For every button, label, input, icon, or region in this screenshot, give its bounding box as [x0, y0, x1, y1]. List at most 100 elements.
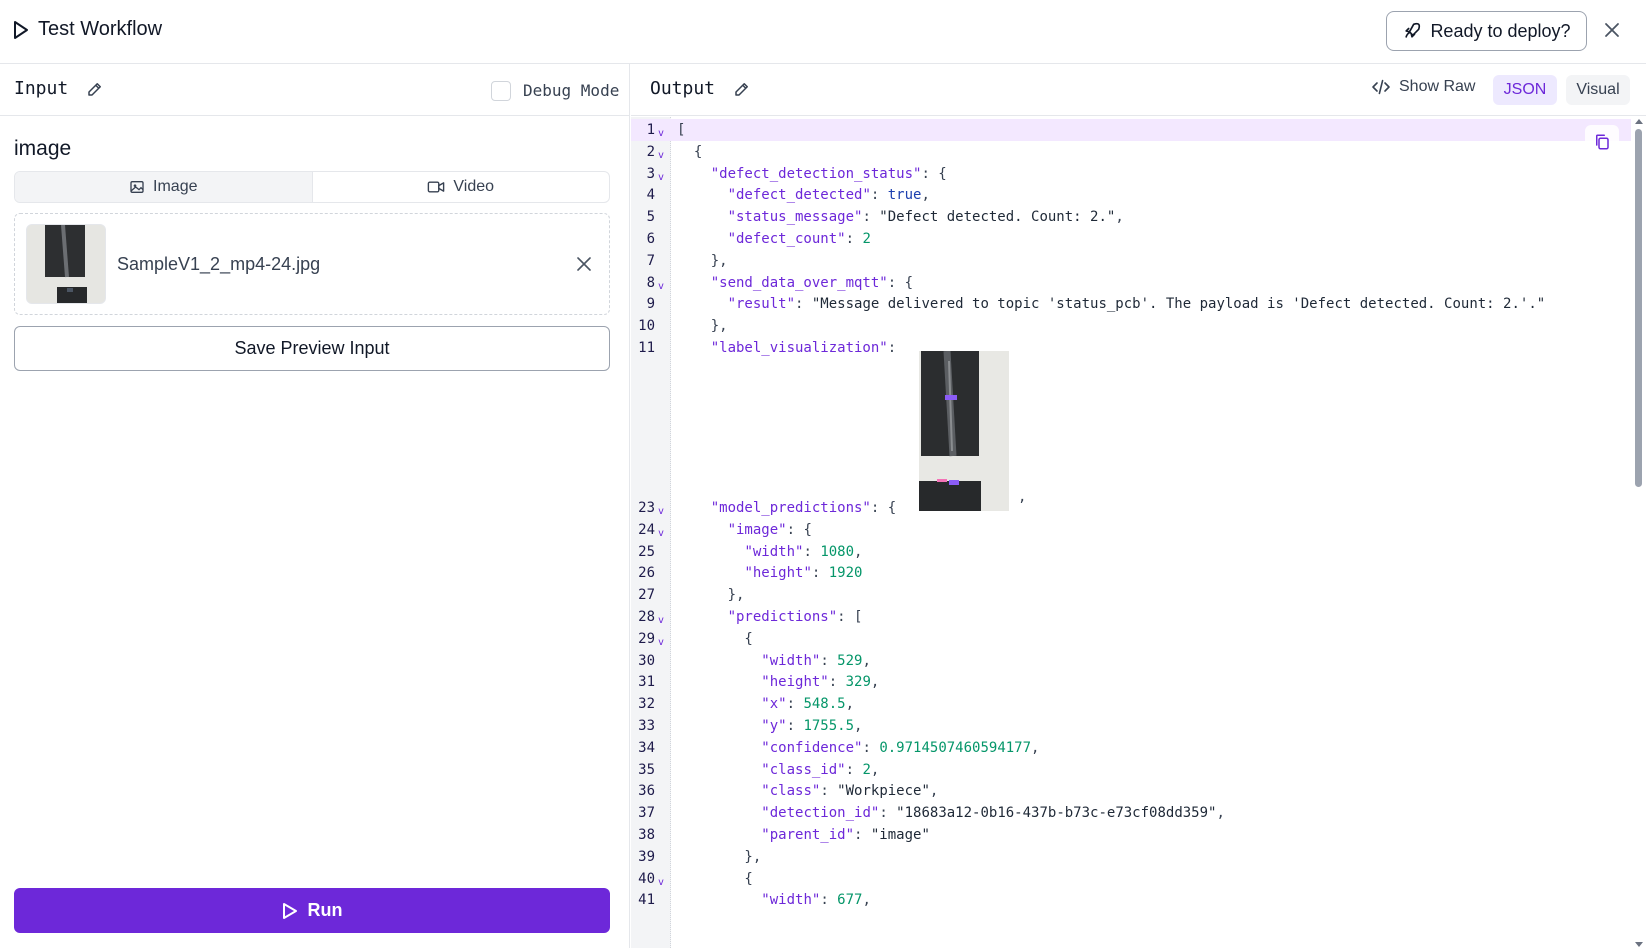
code-text: "parent_id": "image" [677, 824, 930, 846]
show-raw-button[interactable]: Show Raw [1371, 78, 1475, 96]
token: "result" [727, 296, 796, 313]
code-line: 41 "width": 677, [631, 889, 1631, 911]
code-line: 39 }, [631, 846, 1631, 868]
code-text: "height": 329, [677, 671, 879, 693]
token: : [862, 739, 880, 756]
token: 548.5 [803, 696, 846, 713]
edit-pencil-icon[interactable] [86, 80, 104, 98]
token: : [820, 892, 838, 909]
scrollbar[interactable] [1630, 117, 1646, 948]
code-line: 36 "class": "Workpiece", [631, 780, 1631, 802]
line-number: 8 [646, 274, 655, 291]
token: "class_id" [761, 761, 846, 778]
code-line: 34 "confidence": 0.9714507460594177, [631, 737, 1631, 759]
remove-file-icon[interactable] [577, 257, 591, 271]
token: }, [677, 587, 745, 604]
scroll-down-icon[interactable] [1634, 941, 1644, 948]
token: , [929, 783, 939, 800]
token: "height" [761, 674, 829, 691]
token: , [862, 892, 871, 909]
code-line: 25 "width": 1080, [631, 541, 1631, 563]
token: "parent_id" [761, 827, 855, 843]
output-heading: Output [650, 78, 716, 99]
code-text: { [677, 141, 702, 163]
token: "image" [727, 521, 787, 538]
debug-mode-checkbox[interactable] [491, 81, 511, 101]
tab-visual[interactable]: Visual [1566, 75, 1630, 105]
code-line: 32 "x": 548.5, [631, 693, 1631, 715]
line-number: 34 [638, 739, 655, 756]
code-text: "model_predictions": { [677, 497, 896, 519]
token: "defect_count" [727, 231, 846, 247]
deploy-label: Ready to deploy? [1430, 20, 1571, 41]
line-number: 31 [638, 674, 655, 691]
play-icon [282, 902, 297, 919]
token: "detection_id" [761, 805, 880, 822]
line-number: 10 [638, 318, 655, 335]
token: 329 [845, 674, 871, 691]
input-heading: Input [14, 78, 69, 99]
token: "defect_detected" [727, 187, 871, 204]
token: "Defect detected. Count: 2." [879, 209, 1116, 226]
token: "Message delivered to topic 'status_pcb'… [811, 296, 1546, 313]
input-panel-header: Input Debug Mode [0, 64, 629, 116]
trailing-comma: , [1018, 489, 1027, 505]
code-line: 6 "defect_count": 2 [631, 228, 1631, 250]
line-number: 32 [638, 696, 655, 713]
token: { [677, 870, 753, 887]
code-text: "confidence": 0.9714507460594177, [677, 737, 1039, 759]
scroll-up-icon[interactable] [1634, 117, 1644, 125]
line-number: 5 [646, 209, 655, 226]
edit-pencil-icon[interactable] [733, 80, 751, 98]
scroll-thumb[interactable] [1635, 129, 1642, 487]
token: "status_message" [727, 209, 863, 226]
token: : [820, 652, 838, 669]
code-line: 7 }, [631, 250, 1631, 272]
tab-video-label: Video [453, 178, 495, 195]
token: : { [786, 521, 812, 538]
tab-image[interactable]: Image [15, 172, 313, 202]
deploy-button[interactable]: Ready to deploy? [1386, 11, 1587, 51]
tab-video[interactable]: Video [313, 172, 610, 202]
token: 529 [837, 652, 863, 669]
copy-button[interactable] [1585, 125, 1619, 159]
code-line: 10 }, [631, 315, 1631, 337]
code-text: "result": "Message delivered to topic 's… [677, 293, 1546, 315]
code-text: "x": 548.5, [677, 693, 854, 715]
line-number: 7 [646, 252, 655, 269]
token: : [862, 209, 880, 226]
run-button[interactable]: Run [14, 888, 610, 933]
code-line: 31 "height": 329, [631, 671, 1631, 693]
code-text: "defect_count": 2 [677, 228, 871, 250]
line-number: 38 [638, 827, 655, 843]
close-icon[interactable] [1602, 20, 1622, 40]
token: , [870, 674, 880, 691]
debug-mode-label: Debug Mode [523, 81, 620, 100]
code-line: 38 "parent_id": "image" [631, 824, 1631, 846]
code-text: "predictions": [ [677, 606, 863, 628]
line-number: 30 [638, 652, 655, 669]
token: "x" [761, 696, 787, 713]
token: : [845, 231, 863, 247]
tab-json[interactable]: JSON [1493, 75, 1557, 105]
token: { [677, 143, 703, 160]
line-number: 9 [646, 296, 655, 313]
json-viewer: 1 v[2 v {3 v "defect_detection_status": {4 … [631, 117, 1646, 948]
line-number: 11 [638, 340, 655, 356]
code-text: "status_message": "Defect detected. Coun… [677, 206, 1124, 228]
token: [ [677, 122, 686, 138]
token: "y" [761, 718, 787, 734]
top-bar: Test Workflow Ready to deploy? [0, 0, 1646, 64]
save-preview-input-button[interactable]: Save Preview Input [14, 326, 610, 371]
code-text: "width": 677, [677, 889, 871, 911]
token: , [862, 652, 871, 669]
title-area: Test Workflow [12, 18, 162, 41]
field-label: image [14, 137, 72, 160]
code-text: "y": 1755.5, [677, 715, 862, 737]
token: 0.9714507460594177 [879, 739, 1032, 756]
